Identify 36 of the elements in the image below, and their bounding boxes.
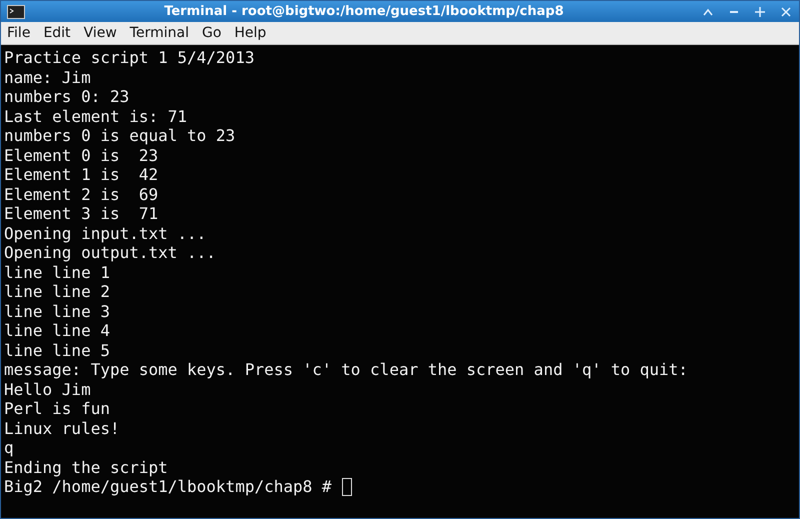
- terminal-line: Opening output.txt ...: [4, 243, 216, 262]
- terminal-icon[interactable]: [7, 4, 25, 18]
- terminal-line: Opening input.txt ...: [4, 224, 206, 243]
- menu-item[interactable]: File: [7, 25, 30, 41]
- terminal-line: Practice script 1 5/4/2013: [4, 48, 254, 68]
- window-title: Terminal - root@bigtwo:/home/guest1/lbooktmp/chap8: [163, 4, 565, 19]
- menu-item[interactable]: Go: [202, 25, 222, 41]
- terminal-line: Perl is fun: [4, 399, 110, 418]
- terminal-line: line line 3: [4, 302, 110, 321]
- terminal-line: Ending the script: [4, 458, 168, 477]
- minimize-icon[interactable]: [729, 10, 739, 14]
- text-cursor: [342, 478, 352, 496]
- menu-item[interactable]: Help: [234, 25, 266, 41]
- menu-item[interactable]: View: [84, 25, 117, 41]
- shell-prompt: Big2 /home/guest1/lbooktmp/chap8 #: [4, 477, 332, 496]
- terminal-line: Element 1 is 42: [4, 165, 158, 184]
- terminal-line: Element 2 is 69: [4, 184, 158, 204]
- maximize-icon[interactable]: [755, 6, 765, 16]
- terminal-line: line line 2: [4, 282, 110, 302]
- terminal-line: Element 3 is 71: [4, 204, 158, 224]
- terminal-line: Linux rules!: [4, 418, 120, 438]
- shade-icon[interactable]: [703, 8, 713, 16]
- terminal-line: name: Jim: [4, 68, 91, 87]
- close-icon[interactable]: [781, 6, 791, 16]
- terminal-line: line line 5: [4, 340, 110, 360]
- terminal-line: Hello Jim: [4, 380, 91, 399]
- menu-item[interactable]: Edit: [43, 25, 71, 41]
- terminal-line: message: Type some keys. Press 'c' to clear the screen and 'q' to quit:: [4, 360, 688, 380]
- terminal-line: Last element is: 71: [4, 106, 188, 126]
- terminal-line: numbers 0: 23: [4, 87, 130, 106]
- terminal-line: Element 0 is 23: [4, 146, 158, 165]
- terminal-line: line line 4: [4, 321, 110, 340]
- terminal-line: line line 1: [4, 262, 110, 282]
- terminal-line: q: [4, 438, 14, 458]
- menu-item[interactable]: Terminal: [130, 25, 189, 41]
- terminal-line: numbers 0 is equal to 23: [4, 126, 236, 146]
